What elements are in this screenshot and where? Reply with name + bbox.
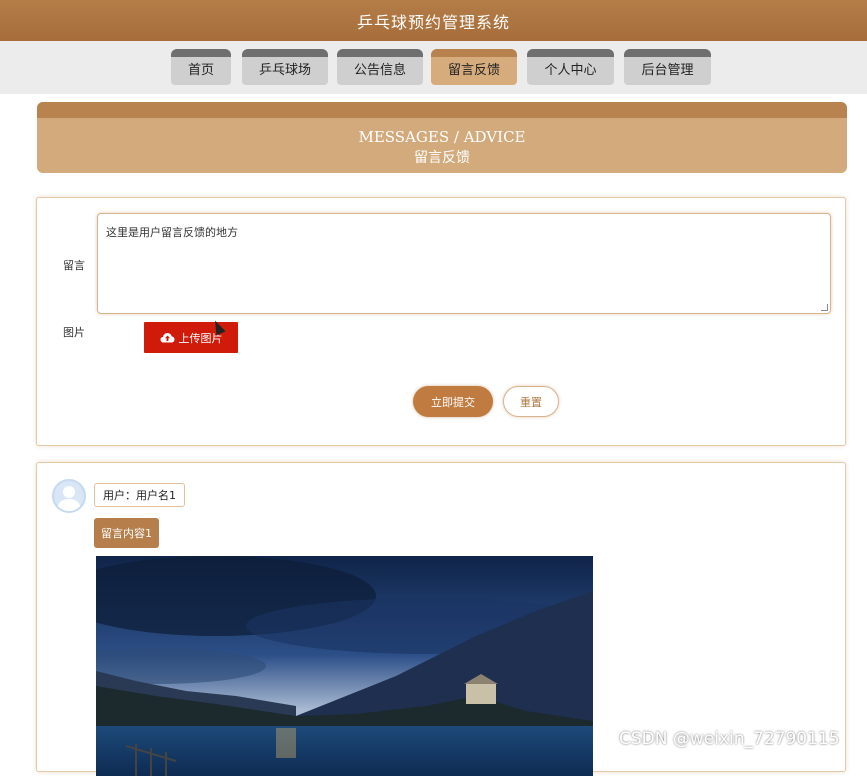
content-text: 留言内容1 <box>101 527 152 540</box>
feedback-form: 留言 这里是用户留言反馈的地方 图片 上传图片 立即提交 重置 <box>36 197 846 446</box>
main-nav: 首页 乒乓球场 公告信息 留言反馈 个人中心 后台管理 <box>0 41 867 94</box>
message-list: 用户：用户名1 留言内容1 <box>36 462 846 776</box>
site-title: 乒乓球预约管理系统 <box>356 12 510 32</box>
reset-label: 重置 <box>520 395 542 409</box>
nav-tab-label: 个人中心 <box>544 63 597 78</box>
upload-image-button[interactable]: 上传图片 <box>144 322 238 353</box>
message-textarea[interactable]: 这里是用户留言反馈的地方 <box>97 213 831 314</box>
nav-tab-home[interactable]: 首页 <box>171 49 231 85</box>
cloud-upload-icon <box>160 333 174 343</box>
message-label: 留言 <box>63 259 85 272</box>
message-content: 留言内容1 <box>94 518 159 548</box>
nav-tab-courts[interactable]: 乒乓球场 <box>242 49 328 85</box>
reset-button[interactable]: 重置 <box>503 386 559 417</box>
message-photo <box>96 556 593 776</box>
avatar <box>52 479 86 513</box>
banner-title-en: MESSAGES / ADVICE <box>358 128 526 146</box>
resize-handle[interactable] <box>821 304 828 311</box>
nav-tab-profile[interactable]: 个人中心 <box>527 49 614 85</box>
banner-band <box>37 102 847 118</box>
watermark: CSDN @weixin_72790115 <box>619 729 840 749</box>
nav-tab-label: 公告信息 <box>353 63 406 78</box>
image-label: 图片 <box>63 326 85 339</box>
nav-tab-label: 乒乓球场 <box>258 63 311 78</box>
banner-title-cn: 留言反馈 <box>414 150 470 166</box>
section-banner: MESSAGES / ADVICE 留言反馈 <box>37 102 847 173</box>
top-header: 乒乓球预约管理系统 <box>0 0 867 41</box>
nav-tab-label: 留言反馈 <box>447 63 500 78</box>
nav-tab-label: 后台管理 <box>641 63 694 78</box>
message-text: 这里是用户留言反馈的地方 <box>106 226 238 239</box>
username-text: 用户：用户名1 <box>103 489 176 502</box>
submit-label: 立即提交 <box>431 395 475 409</box>
user-silhouette-icon <box>57 486 81 511</box>
submit-button[interactable]: 立即提交 <box>413 386 493 417</box>
nav-tab-label: 首页 <box>187 63 214 78</box>
nav-tab-admin[interactable]: 后台管理 <box>624 49 711 85</box>
nav-tab-feedback[interactable]: 留言反馈 <box>431 49 517 85</box>
nav-tab-notices[interactable]: 公告信息 <box>337 49 423 85</box>
message-username: 用户：用户名1 <box>94 483 185 507</box>
